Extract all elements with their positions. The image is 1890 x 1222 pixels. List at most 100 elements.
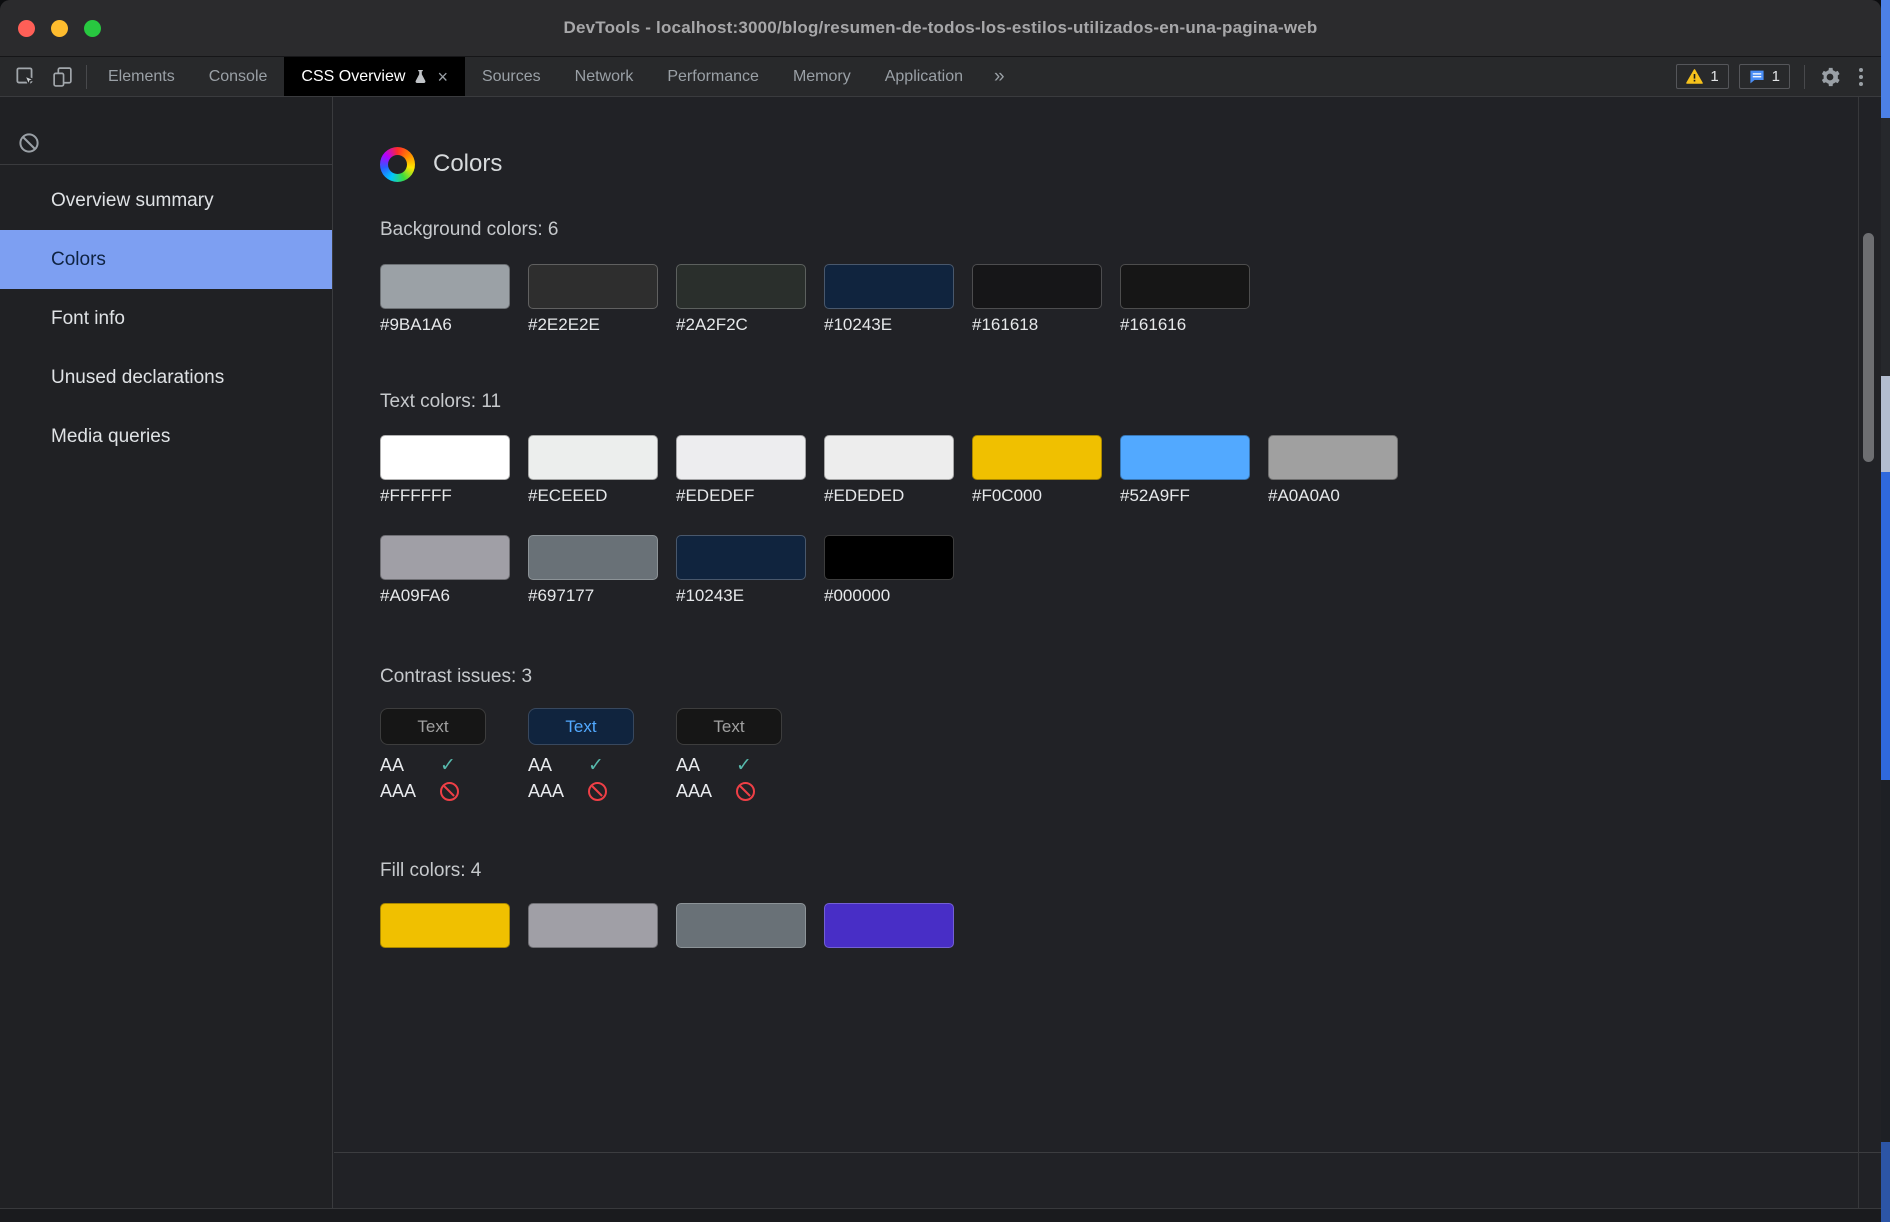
color-swatch[interactable] xyxy=(380,535,510,580)
swatch-hex-label: #EDEDED xyxy=(824,486,954,506)
tabbar-left-tools xyxy=(0,57,82,96)
settings-gear-icon[interactable] xyxy=(1819,66,1841,88)
swatch-cell: #10243E xyxy=(676,535,806,606)
contrast-ratings: AA✓AAA xyxy=(380,755,500,802)
swatch-hex-label: #161616 xyxy=(1120,315,1250,335)
colors-header: Colors xyxy=(380,146,1881,182)
swatch-cell: #EDEDED xyxy=(824,435,954,506)
fail-block-icon xyxy=(440,782,459,801)
swatch-cell: #FFFFFF xyxy=(380,435,510,506)
messages-badge[interactable]: 1 xyxy=(1739,64,1790,89)
inspect-element-button[interactable] xyxy=(14,65,37,88)
sidebar-item-overview-summary[interactable]: Overview summary xyxy=(0,171,332,230)
color-swatch[interactable] xyxy=(1120,435,1250,480)
sidebar-item-media-queries[interactable]: Media queries xyxy=(0,407,332,466)
color-swatch[interactable] xyxy=(824,903,954,948)
zoom-window-button[interactable] xyxy=(84,20,101,37)
vertical-scrollbar-thumb[interactable] xyxy=(1863,233,1874,462)
swatch-cell: #10243E xyxy=(824,264,954,335)
tab-application[interactable]: Application xyxy=(868,57,980,96)
pass-check-icon: ✓ xyxy=(588,756,648,775)
tab-performance[interactable]: Performance xyxy=(650,57,776,96)
desktop-edge-segment xyxy=(1881,780,1890,1142)
color-swatch[interactable] xyxy=(380,264,510,309)
swatch-cell: #2E2E2E xyxy=(528,264,658,335)
kebab-menu-icon[interactable] xyxy=(1851,68,1871,86)
color-swatch[interactable] xyxy=(824,535,954,580)
color-swatch[interactable] xyxy=(676,435,806,480)
color-swatch[interactable] xyxy=(380,435,510,480)
color-swatch[interactable] xyxy=(676,535,806,580)
close-window-button[interactable] xyxy=(18,20,35,37)
swatch-hex-label: #FFFFFF xyxy=(380,486,510,506)
contrast-issues-title: Contrast issues: 3 xyxy=(380,666,1881,688)
swatch-cell: #000000 xyxy=(824,535,954,606)
color-swatch[interactable] xyxy=(972,264,1102,309)
clear-overview-button[interactable] xyxy=(17,131,41,155)
window-title: DevTools - localhost:3000/blog/resumen-d… xyxy=(563,18,1317,38)
background-swatch-row: #9BA1A6#2E2E2E#2A2F2C#10243E#161618#1616… xyxy=(380,264,1420,335)
color-swatch[interactable] xyxy=(1268,435,1398,480)
color-swatch[interactable] xyxy=(528,903,658,948)
contrast-issues-row: TextAA✓AAATextAA✓AAATextAA✓AAA xyxy=(380,708,1881,802)
tab-sources[interactable]: Sources xyxy=(465,57,558,96)
warnings-count: 1 xyxy=(1710,68,1718,85)
fill-colors-section: Fill colors: 4 xyxy=(380,860,1881,948)
colors-content: Colors Background colors: 6 #9BA1A6 #2E2E… xyxy=(333,97,1881,1222)
messages-count: 1 xyxy=(1772,68,1780,85)
tab-elements[interactable]: Elements xyxy=(91,57,192,96)
tab-css-overview[interactable]: CSS Overview× xyxy=(284,57,465,96)
more-tabs-button[interactable]: » xyxy=(980,57,1019,96)
device-toolbar-button[interactable] xyxy=(51,65,74,88)
vertical-scrollbar-track[interactable] xyxy=(1858,97,1878,1222)
tabbar-right-tools: 1 1 xyxy=(1676,57,1881,96)
swatch-cell: #A09FA6 xyxy=(380,535,510,606)
sidebar-item-font-info[interactable]: Font info xyxy=(0,289,332,348)
toolbar-divider xyxy=(1804,65,1805,89)
swatch-cell: #EDEDEF xyxy=(676,435,806,506)
color-swatch[interactable] xyxy=(528,535,658,580)
color-swatch[interactable] xyxy=(676,264,806,309)
tab-label: Console xyxy=(209,68,268,86)
contrast-issue-item: TextAA✓AAA xyxy=(380,708,528,802)
tab-label: Application xyxy=(885,68,963,86)
swatch-cell: #161616 xyxy=(1120,264,1250,335)
color-swatch[interactable] xyxy=(676,903,806,948)
color-swatch[interactable] xyxy=(824,264,954,309)
tab-close-icon[interactable]: × xyxy=(437,68,448,86)
swatch-hex-label: #10243E xyxy=(824,315,954,335)
text-colors-title: Text colors: 11 xyxy=(380,391,1881,413)
color-wheel-icon xyxy=(380,147,415,182)
experiment-flask-icon xyxy=(414,69,427,84)
color-swatch[interactable] xyxy=(380,903,510,948)
page-title: Colors xyxy=(433,150,502,178)
color-swatch[interactable] xyxy=(528,264,658,309)
tab-console[interactable]: Console xyxy=(192,57,285,96)
text-colors-section: Text colors: 11 #FFFFFF#ECEEED#EDEDEF#ED… xyxy=(380,391,1881,606)
content-bottom-divider xyxy=(334,1152,1881,1153)
minimize-window-button[interactable] xyxy=(51,20,68,37)
sidebar-item-unused-declarations[interactable]: Unused declarations xyxy=(0,348,332,407)
tab-label: Sources xyxy=(482,68,541,86)
color-swatch[interactable] xyxy=(824,435,954,480)
contrast-issue-item: TextAA✓AAA xyxy=(676,708,824,802)
tab-memory[interactable]: Memory xyxy=(776,57,868,96)
sidebar-item-label: Colors xyxy=(51,249,106,271)
swatch-hex-label: #2A2F2C xyxy=(676,315,806,335)
tab-network[interactable]: Network xyxy=(558,57,651,96)
swatch-cell: #9BA1A6 xyxy=(380,264,510,335)
sidebar-item-colors[interactable]: Colors xyxy=(0,230,332,289)
fail-block-icon xyxy=(588,782,607,801)
tab-label: Memory xyxy=(793,68,851,86)
color-swatch[interactable] xyxy=(1120,264,1250,309)
warnings-badge[interactable]: 1 xyxy=(1676,64,1728,89)
sidebar-item-label: Font info xyxy=(51,308,125,330)
chat-bubble-icon xyxy=(1749,69,1765,85)
color-swatch[interactable] xyxy=(528,435,658,480)
sidebar-toolbar xyxy=(0,97,332,165)
swatch-cell: #2A2F2C xyxy=(676,264,806,335)
swatch-hex-label: #000000 xyxy=(824,586,954,606)
swatch-cell xyxy=(824,903,954,948)
color-swatch[interactable] xyxy=(972,435,1102,480)
background-colors-title: Background colors: 6 xyxy=(380,219,1881,241)
